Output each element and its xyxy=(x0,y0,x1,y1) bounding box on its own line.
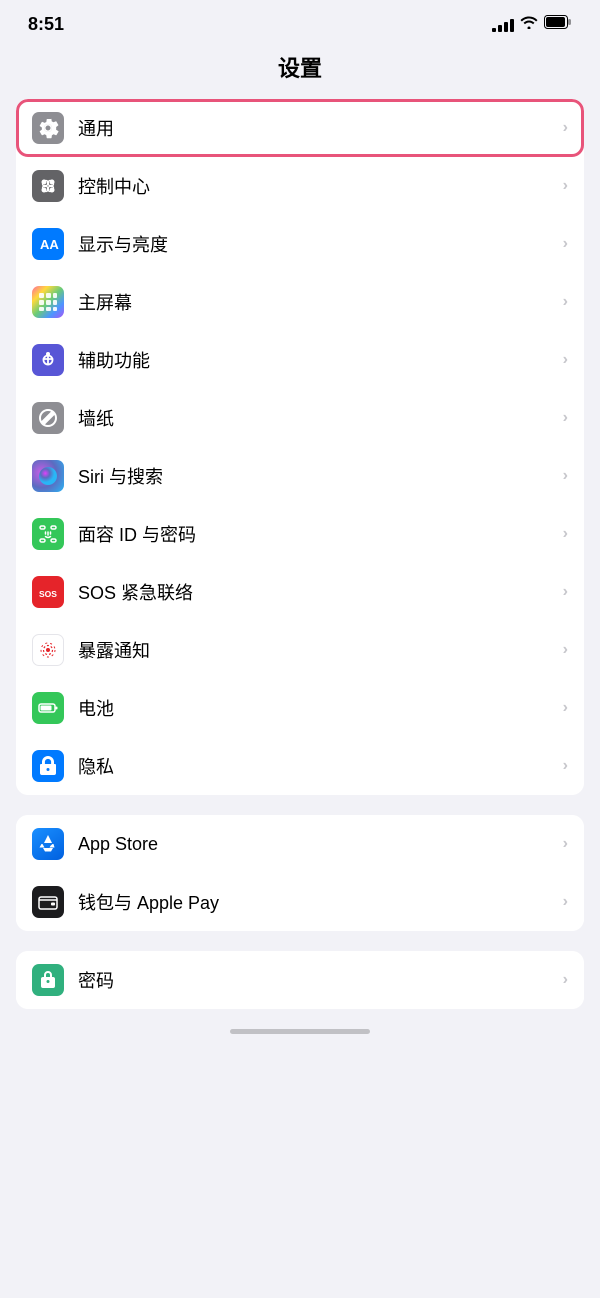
privacy-icon xyxy=(32,750,64,782)
signal-icon xyxy=(492,18,514,32)
general-label: 通用 xyxy=(78,115,555,141)
exposure-icon xyxy=(32,634,64,666)
battery-chevron: › xyxy=(563,699,568,717)
settings-item-accessibility[interactable]: 辅助功能 › xyxy=(16,331,584,389)
home-screen-chevron: › xyxy=(563,293,568,311)
settings-item-exposure[interactable]: 暴露通知 › xyxy=(16,621,584,679)
privacy-label: 隐私 xyxy=(78,753,555,779)
passwords-icon xyxy=(32,964,64,996)
accessibility-label: 辅助功能 xyxy=(78,347,555,373)
home-bar xyxy=(230,1029,370,1034)
status-time: 8:51 xyxy=(28,14,64,35)
settings-group-1: 通用 › 控制中心 › AA 显示与亮度 › xyxy=(16,99,584,795)
battery-icon xyxy=(544,15,572,34)
accessibility-icon xyxy=(32,344,64,376)
status-icons xyxy=(492,15,572,34)
wallpaper-chevron: › xyxy=(563,409,568,427)
settings-item-siri[interactable]: Siri 与搜索 › xyxy=(16,447,584,505)
status-bar: 8:51 xyxy=(0,0,600,43)
control-center-chevron: › xyxy=(563,177,568,195)
settings-item-faceid[interactable]: 面容 ID 与密码 › xyxy=(16,505,584,563)
passwords-chevron: › xyxy=(563,971,568,989)
settings-item-battery[interactable]: 电池 › xyxy=(16,679,584,737)
exposure-chevron: › xyxy=(563,641,568,659)
sos-label: SOS 紧急联络 xyxy=(78,579,555,605)
settings-item-wallpaper[interactable]: 墙纸 › xyxy=(16,389,584,447)
settings-group-3: 密码 › xyxy=(16,951,584,1009)
wallpaper-icon xyxy=(32,402,64,434)
sos-icon: SOS xyxy=(32,576,64,608)
appstore-icon xyxy=(32,828,64,860)
siri-icon xyxy=(32,460,64,492)
settings-item-passwords[interactable]: 密码 › xyxy=(16,951,584,1009)
settings-item-appstore[interactable]: App Store › xyxy=(16,815,584,873)
battery-settings-icon xyxy=(32,692,64,724)
display-chevron: › xyxy=(563,235,568,253)
control-center-icon xyxy=(32,170,64,202)
faceid-chevron: › xyxy=(563,525,568,543)
passwords-label: 密码 xyxy=(78,967,555,993)
home-indicator xyxy=(0,1009,600,1038)
settings-item-wallet[interactable]: 钱包与 Apple Pay › xyxy=(16,873,584,931)
wallet-label: 钱包与 Apple Pay xyxy=(78,889,555,915)
wallet-icon xyxy=(32,886,64,918)
page-title: 设置 xyxy=(0,43,600,99)
privacy-chevron: › xyxy=(563,757,568,775)
settings-item-control-center[interactable]: 控制中心 › xyxy=(16,157,584,215)
settings-group-2: App Store › 钱包与 Apple Pay › xyxy=(16,815,584,931)
svg-text:SOS: SOS xyxy=(39,589,57,599)
general-chevron: › xyxy=(563,119,568,137)
settings-item-general[interactable]: 通用 › xyxy=(16,99,584,157)
wifi-icon xyxy=(520,15,538,34)
display-icon: AA xyxy=(32,228,64,260)
home-screen-label: 主屏幕 xyxy=(78,289,555,315)
svg-text:AA: AA xyxy=(40,237,59,252)
settings-item-display[interactable]: AA 显示与亮度 › xyxy=(16,215,584,273)
wallet-chevron: › xyxy=(563,893,568,911)
siri-chevron: › xyxy=(563,467,568,485)
control-center-label: 控制中心 xyxy=(78,173,555,199)
siri-label: Siri 与搜索 xyxy=(78,463,555,489)
wallpaper-label: 墙纸 xyxy=(78,405,555,431)
settings-item-home-screen[interactable]: 主屏幕 › xyxy=(16,273,584,331)
faceid-label: 面容 ID 与密码 xyxy=(78,521,555,547)
home-screen-icon xyxy=(32,286,64,318)
display-label: 显示与亮度 xyxy=(78,231,555,257)
faceid-icon xyxy=(32,518,64,550)
appstore-chevron: › xyxy=(563,835,568,853)
sos-chevron: › xyxy=(563,583,568,601)
general-icon xyxy=(32,112,64,144)
accessibility-chevron: › xyxy=(563,351,568,369)
settings-item-privacy[interactable]: 隐私 › xyxy=(16,737,584,795)
appstore-label: App Store xyxy=(78,834,555,855)
battery-label: 电池 xyxy=(78,695,555,721)
exposure-label: 暴露通知 xyxy=(78,637,555,663)
settings-item-sos[interactable]: SOS SOS 紧急联络 › xyxy=(16,563,584,621)
